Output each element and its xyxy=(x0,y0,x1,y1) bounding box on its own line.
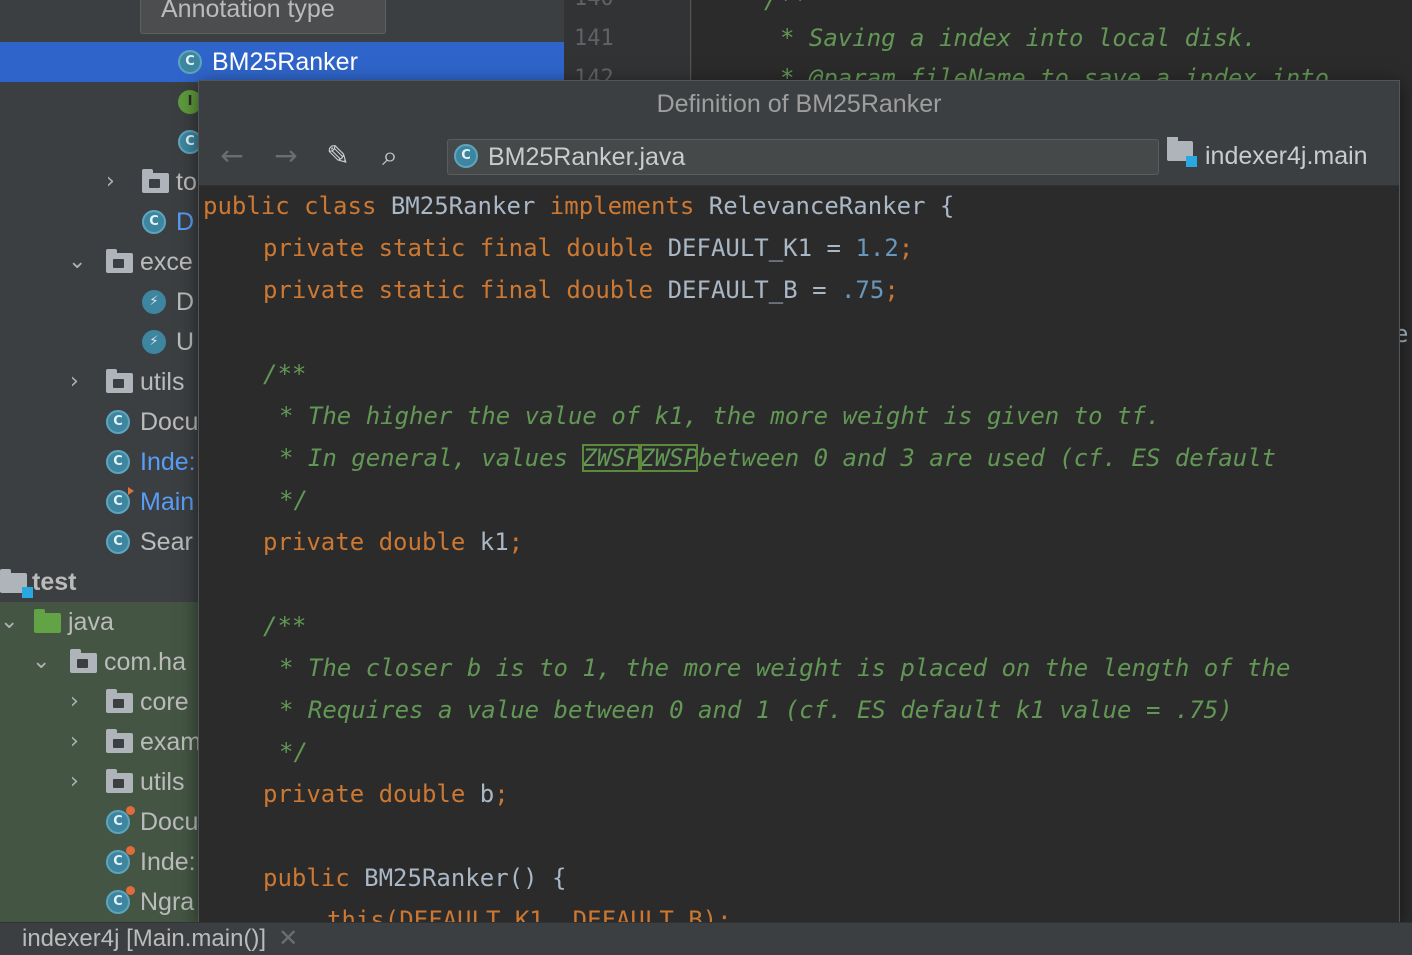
folder-icon xyxy=(106,249,133,273)
zero-width-space-marker: ZWSP xyxy=(582,444,641,472)
code-line: private double k1; xyxy=(263,528,524,556)
package-icon xyxy=(106,769,133,793)
code-line: public BM25Ranker() { xyxy=(263,864,567,892)
code-line: /** xyxy=(263,360,307,388)
popup-title: Definition of BM25Ranker xyxy=(199,81,1399,127)
code-line: private static final double DEFAULT_K1 =… xyxy=(263,234,914,262)
code-line: this(DEFAULT_K1, DEFAULT_B); xyxy=(327,906,732,924)
package-icon xyxy=(70,649,97,673)
popup-toolbar: ← → ✎ ⌕ C BM25Ranker.java indexer4j.main xyxy=(199,127,1399,186)
chevron-down-icon[interactable]: ⌄ xyxy=(68,242,86,282)
source-folder-icon xyxy=(34,609,61,633)
code-line: /** xyxy=(263,612,307,640)
chevron-right-icon[interactable]: › xyxy=(70,762,79,802)
code-view[interactable]: public class BM25Ranker implements Relev… xyxy=(199,185,1399,924)
exception-icon: ⚡ xyxy=(142,330,166,354)
back-arrow-icon[interactable]: ← xyxy=(213,137,251,175)
find-usages-icon[interactable]: ⌕ xyxy=(371,137,409,175)
code-line: */ xyxy=(279,738,308,766)
test-class-icon: C xyxy=(106,886,135,914)
code-line: private static final double DEFAULT_B = … xyxy=(263,276,899,304)
annotation-type-popup[interactable]: Annotation type xyxy=(140,0,386,34)
module-name: indexer4j.main xyxy=(1205,142,1368,170)
line-number: 140 xyxy=(574,0,614,11)
forward-arrow-icon[interactable]: → xyxy=(267,137,305,175)
close-icon[interactable]: ✕ xyxy=(278,925,298,952)
runnable-class-icon: C xyxy=(106,487,134,514)
definition-popup[interactable]: Definition of BM25Ranker ← → ✎ ⌕ C BM25R… xyxy=(198,80,1400,924)
package-icon xyxy=(106,689,133,713)
class-icon: C xyxy=(454,144,478,168)
exception-icon: ⚡ xyxy=(142,290,166,314)
code-line: public class BM25Ranker implements Relev… xyxy=(203,192,955,220)
class-icon: C xyxy=(106,410,130,434)
chevron-right-icon[interactable]: › xyxy=(70,362,79,402)
file-name: BM25Ranker.java xyxy=(488,143,686,171)
test-class-icon: C xyxy=(106,846,135,874)
editor-line: * Saving a index into local disk. xyxy=(780,24,1257,52)
class-icon: C xyxy=(106,450,130,474)
chevron-right-icon[interactable]: › xyxy=(70,682,79,722)
editor-line: /** xyxy=(764,0,808,14)
class-icon: C xyxy=(106,530,130,554)
zero-width-space-marker: ZWSP xyxy=(640,444,699,472)
tree-row-bm25ranker[interactable]: C BM25Ranker xyxy=(0,42,564,82)
package-icon xyxy=(106,729,133,753)
code-line: private double b; xyxy=(263,780,509,808)
code-line: * In general, values ZWSPZWSPbetween 0 a… xyxy=(279,444,1276,472)
chevron-down-icon[interactable]: ⌄ xyxy=(32,642,50,682)
edit-source-icon[interactable]: ✎ xyxy=(319,137,357,175)
folder-icon xyxy=(106,369,133,393)
test-class-icon: C xyxy=(106,806,135,834)
class-icon: C xyxy=(142,210,166,234)
code-line: * The higher the value of k1, the more w… xyxy=(279,402,1161,430)
class-icon: C xyxy=(178,50,202,74)
chevron-right-icon[interactable]: › xyxy=(70,722,79,762)
code-line: * Requires a value between 0 and 1 (cf. … xyxy=(279,696,1233,724)
chevron-down-icon[interactable]: ⌄ xyxy=(0,602,18,642)
run-status-bar: indexer4j [Main.main()] ✕ xyxy=(0,922,1412,953)
annotation-type-label: Annotation type xyxy=(161,0,335,23)
file-tab[interactable]: C BM25Ranker.java xyxy=(447,139,1159,175)
chevron-right-icon[interactable]: › xyxy=(106,162,115,202)
folder-icon xyxy=(142,169,169,193)
code-line: */ xyxy=(279,486,308,514)
line-number: 141 xyxy=(574,26,614,51)
test-folder-icon xyxy=(0,569,33,598)
code-line: * The closer b is to 1, the more weight … xyxy=(279,654,1291,682)
module-icon xyxy=(1167,137,1197,167)
run-config-label[interactable]: indexer4j [Main.main()] xyxy=(22,925,266,952)
